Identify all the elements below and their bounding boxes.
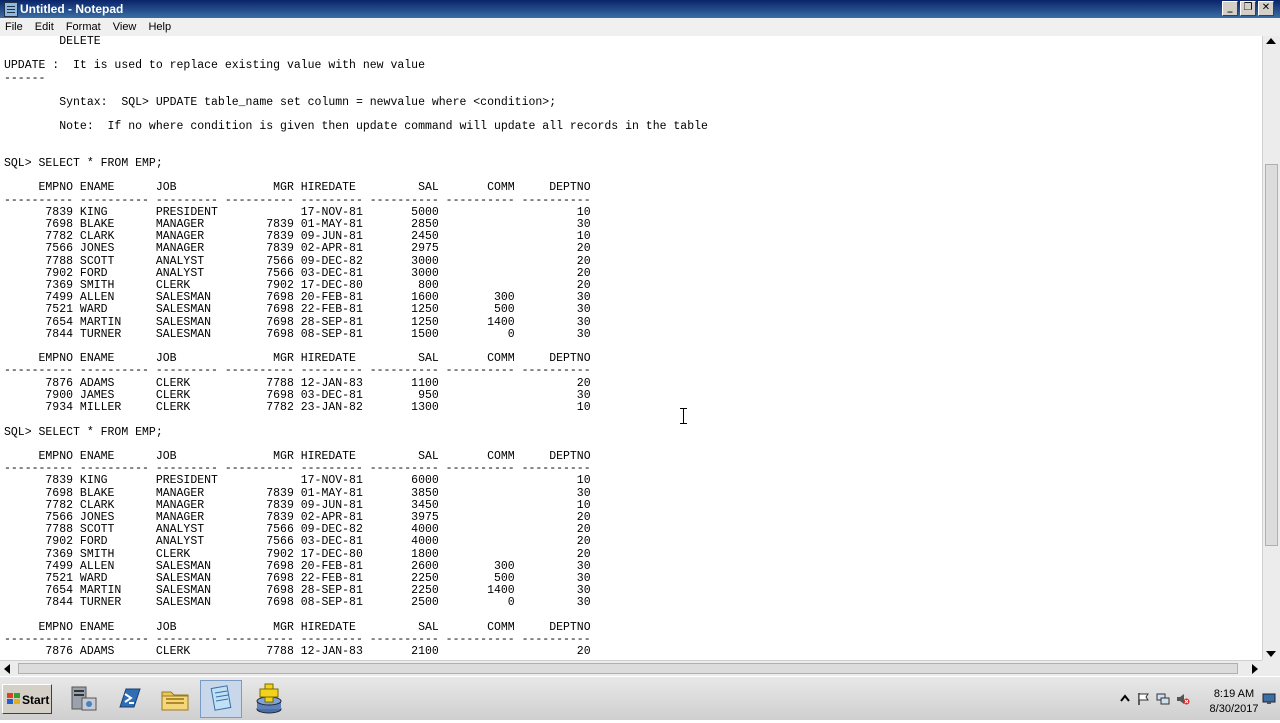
editor-line: 7839 KING PRESIDENT 17-NOV-81 6000 10 bbox=[4, 474, 591, 488]
scroll-left-arrow-icon[interactable] bbox=[4, 664, 10, 674]
editor-line: 7876 ADAMS CLERK 7788 12-JAN-83 2100 20 bbox=[4, 645, 591, 659]
editor-line: EMPNO ENAME JOB MGR HIREDATE SAL COMM DE… bbox=[4, 620, 591, 634]
scroll-up-arrow-icon[interactable] bbox=[1266, 38, 1276, 44]
editor-line: 7654 MARTIN SALESMAN 7698 28-SEP-81 2250… bbox=[4, 584, 591, 598]
system-tray: 8:19 AM 8/30/2017 bbox=[1114, 680, 1280, 718]
network-icon[interactable] bbox=[1156, 692, 1170, 706]
editor-line: 7499 ALLEN SALESMAN 7698 20-FEB-81 2600 … bbox=[4, 559, 591, 573]
editor-line: 7654 MARTIN SALESMAN 7698 28-SEP-81 1250… bbox=[4, 315, 591, 329]
editor-line: 7902 FORD ANALYST 7566 03-DEC-81 4000 20 bbox=[4, 535, 591, 549]
editor-line: 7566 JONES MANAGER 7839 02-APR-81 2975 2… bbox=[4, 242, 591, 256]
editor-line: 7876 ADAMS CLERK 7788 12-JAN-83 1100 20 bbox=[4, 376, 591, 390]
menu-help[interactable]: Help bbox=[144, 18, 175, 36]
editor-line: 7839 KING PRESIDENT 17-NOV-81 5000 10 bbox=[4, 205, 591, 219]
menu-view[interactable]: View bbox=[109, 18, 141, 36]
menu-format[interactable]: Format bbox=[62, 18, 105, 36]
notepad-app-icon bbox=[4, 2, 18, 17]
flag-icon[interactable] bbox=[1136, 692, 1150, 706]
editor-line: 7902 FORD ANALYST 7566 03-DEC-81 3000 20 bbox=[4, 266, 591, 280]
window-controls: _ ❐ ✕ bbox=[1222, 1, 1274, 16]
editor-line: 7900 JAMES CLERK 7698 03-DEC-81 950 30 bbox=[4, 388, 591, 402]
editor-content[interactable]: DELETE UPDATE : It is used to replace ex… bbox=[0, 36, 1262, 658]
window-title: Untitled - Notepad bbox=[20, 2, 124, 16]
powershell-icon[interactable] bbox=[108, 680, 150, 718]
editor-line: EMPNO ENAME JOB MGR HIREDATE SAL COMM DE… bbox=[4, 449, 591, 463]
editor-line: 7369 SMITH CLERK 7902 17-DEC-80 1800 20 bbox=[4, 547, 591, 561]
editor-line: ---------- ---------- --------- --------… bbox=[4, 632, 591, 646]
clock-date[interactable]: 8/30/2017 bbox=[1204, 703, 1264, 715]
menu-file[interactable]: File bbox=[1, 18, 27, 36]
clock-time[interactable]: 8:19 AM bbox=[1210, 688, 1258, 700]
vertical-scrollbar[interactable] bbox=[1262, 36, 1280, 660]
editor-line: 7499 ALLEN SALESMAN 7698 20-FEB-81 1600 … bbox=[4, 291, 591, 305]
editor-line: EMPNO ENAME JOB MGR HIREDATE SAL COMM DE… bbox=[4, 352, 591, 366]
horizontal-scrollbar[interactable] bbox=[0, 660, 1262, 676]
editor-line: 7782 CLARK MANAGER 7839 09-JUN-81 2450 1… bbox=[4, 230, 591, 244]
menu-edit[interactable]: Edit bbox=[31, 18, 58, 36]
file-explorer-icon[interactable] bbox=[154, 680, 196, 718]
editor-line: Note: If no where condition is given the… bbox=[4, 120, 708, 134]
scroll-down-arrow-icon[interactable] bbox=[1266, 651, 1276, 657]
i-beam-cursor-icon bbox=[680, 408, 687, 424]
menu-bar: File Edit Format View Help bbox=[0, 18, 1280, 37]
server-manager-icon[interactable] bbox=[62, 680, 104, 718]
editor-line: DELETE bbox=[4, 36, 101, 48]
scroll-right-arrow-icon[interactable] bbox=[1252, 664, 1258, 674]
close-button[interactable]: ✕ bbox=[1258, 1, 1274, 16]
editor-line: 7788 SCOTT ANALYST 7566 09-DEC-82 3000 2… bbox=[4, 254, 591, 268]
vertical-scroll-thumb[interactable] bbox=[1265, 164, 1278, 546]
minimize-button[interactable]: _ bbox=[1222, 1, 1238, 16]
editor-line: EMPNO ENAME JOB MGR HIREDATE SAL COMM DE… bbox=[4, 181, 591, 195]
editor-line: UPDATE : It is used to replace existing … bbox=[4, 59, 425, 73]
editor-line: 7698 BLAKE MANAGER 7839 01-MAY-81 3850 3… bbox=[4, 486, 591, 500]
show-hidden-icon[interactable] bbox=[1118, 692, 1132, 706]
editor-line: 7788 SCOTT ANALYST 7566 09-DEC-82 4000 2… bbox=[4, 523, 591, 537]
editor-line: SQL> SELECT * FROM EMP; bbox=[4, 425, 163, 439]
start-button[interactable]: Start bbox=[2, 684, 52, 714]
editor-line: ---------- ---------- --------- --------… bbox=[4, 364, 591, 378]
windows-logo-icon bbox=[7, 693, 20, 705]
title-bar: Untitled - Notepad _ ❐ ✕ bbox=[0, 0, 1280, 18]
start-label: Start bbox=[22, 693, 50, 707]
horizontal-scroll-thumb[interactable] bbox=[18, 663, 1238, 674]
restore-button[interactable]: ❐ bbox=[1240, 1, 1256, 16]
editor-line: SQL> SELECT * FROM EMP; bbox=[4, 157, 163, 171]
editor-line: 7844 TURNER SALESMAN 7698 08-SEP-81 1500… bbox=[4, 327, 591, 341]
editor-line: 7782 CLARK MANAGER 7839 09-JUN-81 3450 1… bbox=[4, 498, 591, 512]
editor-line: Syntax: SQL> UPDATE table_name set colum… bbox=[4, 96, 557, 110]
speaker-muted-icon[interactable] bbox=[1176, 692, 1190, 706]
editor-line: 7566 JONES MANAGER 7839 02-APR-81 3975 2… bbox=[4, 510, 591, 524]
database-install-icon[interactable] bbox=[248, 680, 290, 718]
editor-line: ---------- ---------- --------- --------… bbox=[4, 462, 591, 476]
scrollbar-corner bbox=[1262, 660, 1280, 676]
editor-line: ---------- ---------- --------- --------… bbox=[4, 193, 591, 207]
desktop-icon[interactable] bbox=[1262, 692, 1276, 706]
editor-line: 7844 TURNER SALESMAN 7698 08-SEP-81 2500… bbox=[4, 596, 591, 610]
editor-line: 7369 SMITH CLERK 7902 17-DEC-80 800 20 bbox=[4, 279, 591, 293]
editor-line: ------ bbox=[4, 71, 46, 85]
editor-line: 7521 WARD SALESMAN 7698 22-FEB-81 1250 5… bbox=[4, 303, 591, 317]
editor-line: 7698 BLAKE MANAGER 7839 01-MAY-81 2850 3… bbox=[4, 218, 591, 232]
taskbar: Start 8:19 AM 8/30/2017 bbox=[0, 676, 1280, 720]
editor-line: 7934 MILLER CLERK 7782 23-JAN-82 1300 10 bbox=[4, 401, 591, 415]
editor-line: 7521 WARD SALESMAN 7698 22-FEB-81 2250 5… bbox=[4, 571, 591, 585]
notepad-icon[interactable] bbox=[200, 680, 242, 718]
text-editor[interactable]: DELETE UPDATE : It is used to replace ex… bbox=[0, 36, 1262, 660]
